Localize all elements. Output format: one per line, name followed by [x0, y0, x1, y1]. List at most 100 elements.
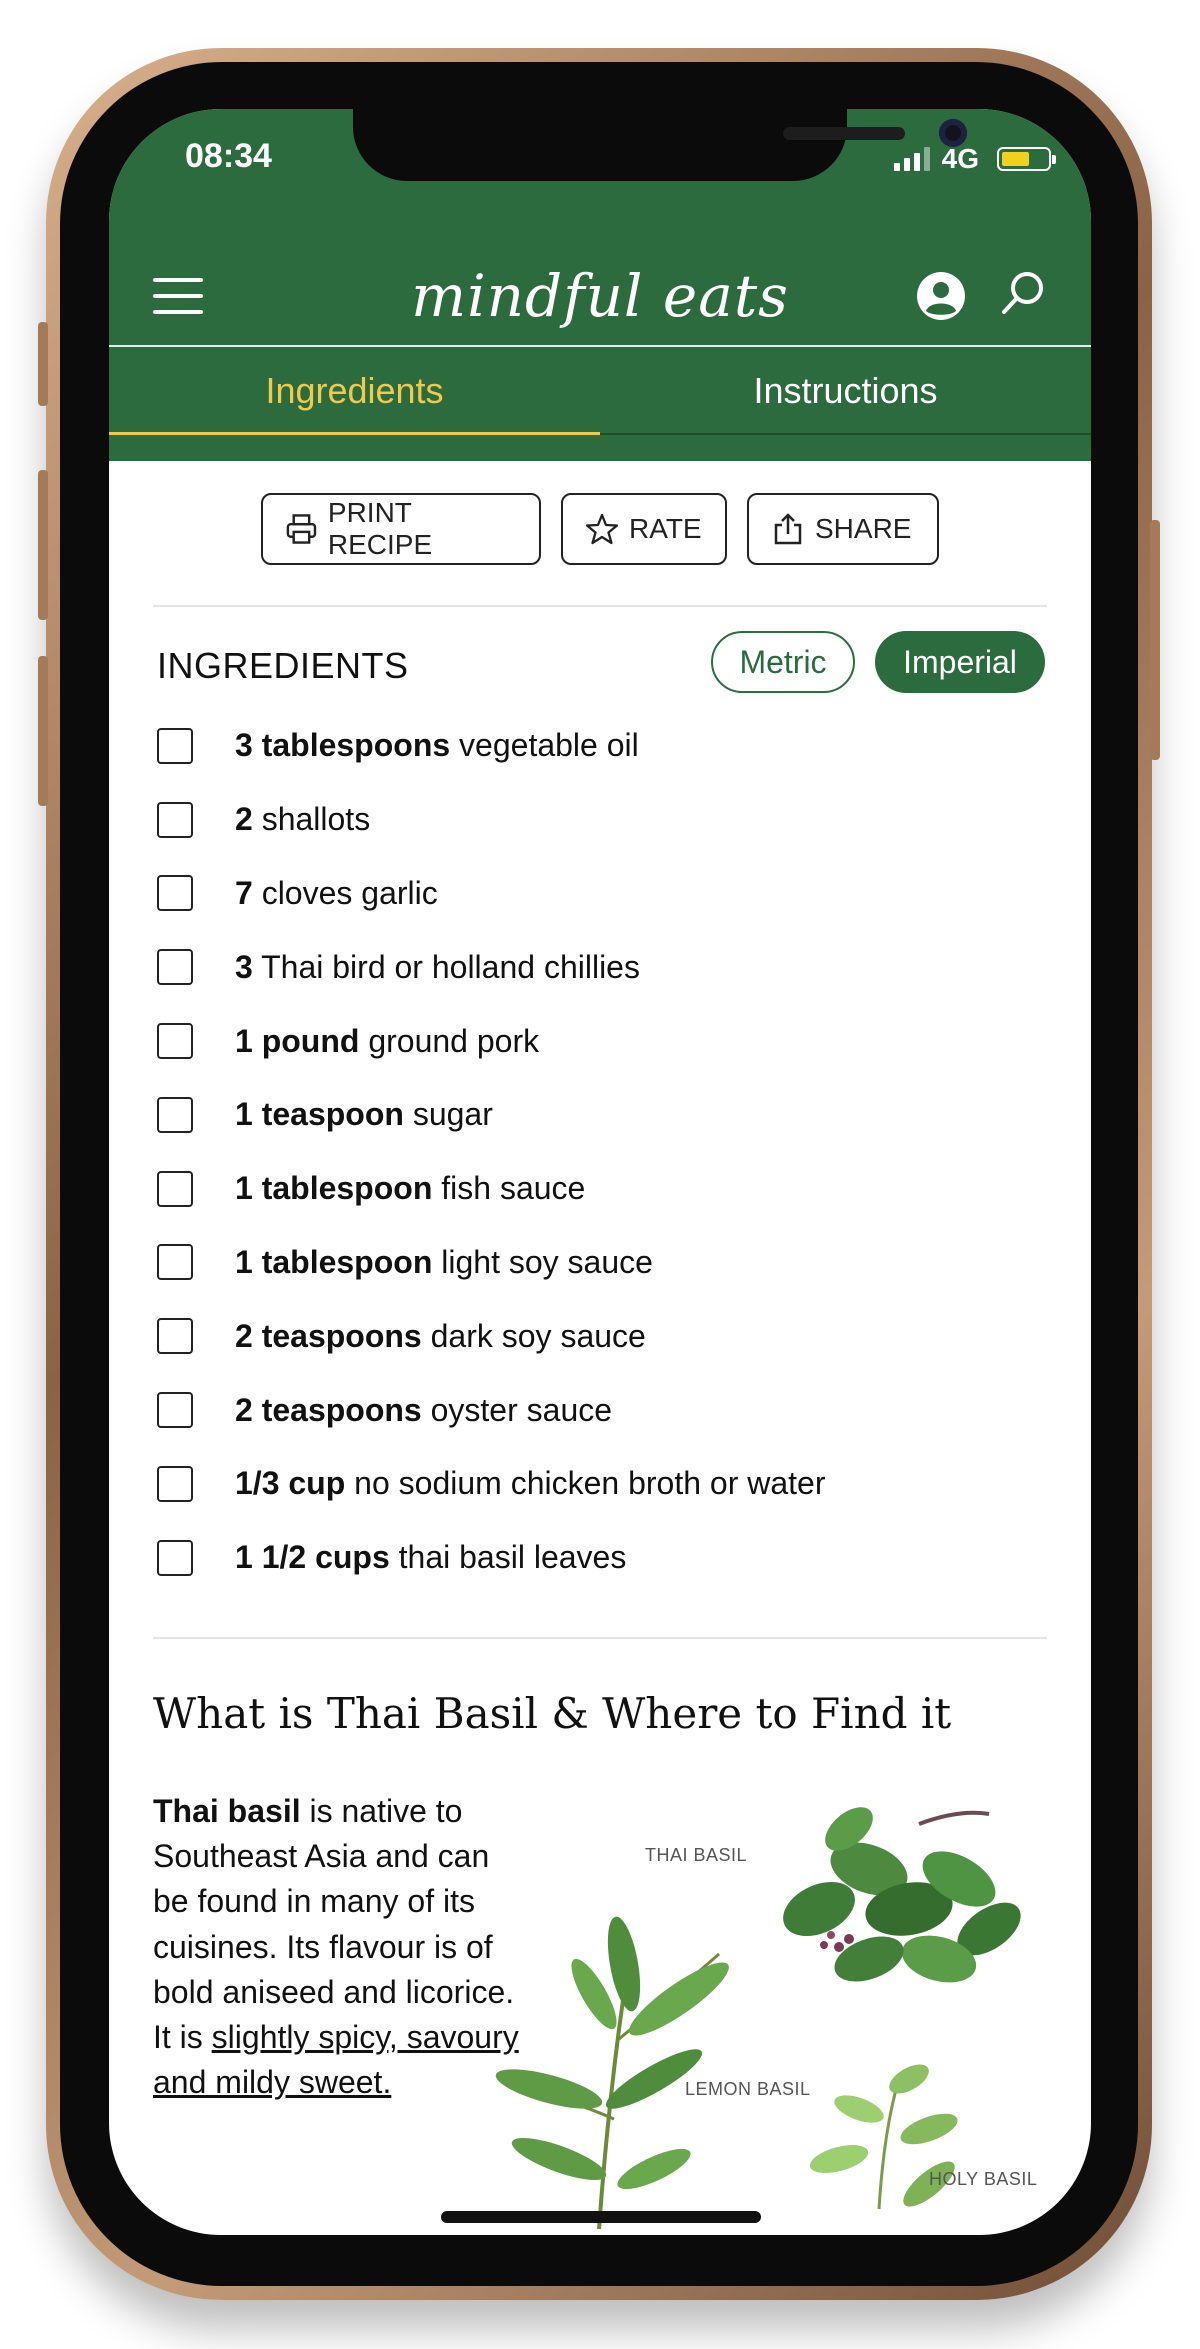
tabs-divider: [600, 433, 1091, 435]
battery-level: [1002, 152, 1029, 166]
ingredient-checkbox[interactable]: [157, 875, 193, 912]
ingredient-item: 1 pound ground pork: [157, 1004, 1057, 1078]
ingredient-item: 1 tablespoon light soy sauce: [157, 1226, 1057, 1300]
ingredient-name: shallots: [261, 801, 371, 838]
recipe-tabs: Ingredients Instructions: [109, 347, 1091, 435]
thai-basil-label: THAI BASIL: [645, 1845, 748, 1865]
search-icon[interactable]: [997, 268, 1049, 320]
ingredient-name: fish sauce: [441, 1170, 586, 1207]
ingredient-name: Thai bird or holland chillies: [261, 948, 640, 985]
ingredient-item: 2 teaspoons oyster sauce: [157, 1373, 1057, 1447]
signal-icon: [893, 147, 930, 171]
actions-divider: [153, 605, 1047, 607]
ingredient-name: light soy sauce: [441, 1243, 653, 1280]
ingredient-text: 1 tablespoon light soy sauce: [235, 1244, 653, 1281]
ingredient-checkbox[interactable]: [157, 1465, 193, 1502]
ingredient-checkbox[interactable]: [157, 1392, 193, 1429]
share-icon: [774, 513, 802, 545]
ingredient-item: 1 tablespoon fish sauce: [157, 1152, 1057, 1226]
ingredient-quantity: 2 teaspoons: [235, 1317, 422, 1354]
print-recipe-button[interactable]: PRINT RECIPE: [261, 493, 541, 565]
star-icon: [585, 513, 619, 545]
ingredient-name: sugar: [412, 1096, 493, 1133]
basil-illustration: THAI BASIL LEMON BASIL HOLY BASIL: [489, 1789, 1049, 2230]
article-title: What is Thai Basil & Where to Find it: [153, 1689, 952, 1738]
ingredient-text: 1 pound ground pork: [235, 1023, 539, 1060]
ingredient-name: vegetable oil: [459, 727, 639, 764]
ingredient-item: 1/3 cup no sodium chicken broth or water: [157, 1447, 1057, 1521]
lemon-basil-drawing: [495, 1916, 729, 2230]
ingredient-item: 2 teaspoons dark soy sauce: [157, 1299, 1057, 1373]
tab-instructions[interactable]: Instructions: [600, 347, 1091, 435]
unit-toggle: Metric Imperial: [711, 631, 1045, 693]
battery-icon: [997, 147, 1056, 171]
ingredient-text: 2 teaspoons dark soy sauce: [235, 1318, 646, 1355]
ingredient-quantity: 3: [235, 948, 253, 985]
rate-label: RATE: [629, 513, 702, 544]
ingredient-name: no sodium chicken broth or water: [354, 1465, 826, 1502]
recipe-actions: PRINT RECIPE RATE SHARE: [109, 493, 1091, 565]
phone-volume-down: [38, 656, 48, 806]
ingredient-text: 1 teaspoon sugar: [235, 1096, 493, 1133]
speaker-grille: [783, 127, 905, 140]
ingredient-name: oyster sauce: [430, 1391, 613, 1428]
status-time: 08:34: [185, 137, 272, 175]
print-recipe-label: PRINT RECIPE: [327, 497, 433, 560]
ingredient-checkbox[interactable]: [157, 949, 193, 986]
ingredient-quantity: 1 pound: [235, 1022, 360, 1059]
share-label: SHARE: [815, 513, 912, 544]
ingredient-item: 3 Thai bird or holland chillies: [157, 930, 1057, 1004]
status-indicators: 4G: [893, 143, 1056, 175]
thai-basil-drawing: [783, 1807, 1021, 1983]
phone-volume-up: [38, 470, 48, 620]
ingredient-quantity: 2 teaspoons: [235, 1391, 422, 1428]
ingredient-quantity: 1 tablespoon: [235, 1170, 433, 1207]
ingredient-name: dark soy sauce: [430, 1317, 646, 1354]
article-text: is native to Southeast Asia and can be f…: [153, 1793, 515, 2056]
ingredient-text: 1 tablespoon fish sauce: [235, 1170, 585, 1207]
article-bold-lead: Thai basil: [153, 1793, 301, 1829]
metric-button[interactable]: Metric: [711, 631, 855, 693]
imperial-button[interactable]: Imperial: [875, 631, 1045, 693]
ingredient-checkbox[interactable]: [157, 1539, 193, 1576]
ingredient-text: 3 tablespoons vegetable oil: [235, 727, 639, 764]
tab-ingredients[interactable]: Ingredients: [109, 347, 600, 435]
ingredient-quantity: 1 1/2 cups: [235, 1539, 390, 1576]
ingredient-name: cloves garlic: [261, 874, 438, 911]
holy-basil-drawing: [809, 2064, 958, 2210]
ingredient-text: 3 Thai bird or holland chillies: [235, 949, 640, 986]
article-body: Thai basil is native to Southeast Asia a…: [153, 1789, 533, 2105]
ingredient-checkbox[interactable]: [157, 1244, 193, 1281]
ingredient-name: thai basil leaves: [398, 1539, 627, 1576]
ingredient-checkbox[interactable]: [157, 1023, 193, 1060]
rate-button[interactable]: RATE: [561, 493, 727, 565]
notch: [353, 109, 967, 181]
ingredient-checkbox[interactable]: [157, 801, 193, 838]
ingredient-text: 2 teaspoons oyster sauce: [235, 1392, 612, 1429]
home-indicator[interactable]: [441, 2211, 761, 2223]
account-icon[interactable]: [915, 270, 967, 322]
ingredient-item: 1 teaspoon sugar: [157, 1078, 1057, 1152]
ingredient-item: 3 tablespoons vegetable oil: [157, 709, 1057, 783]
ingredient-checkbox[interactable]: [157, 1170, 193, 1207]
ingredients-divider: [153, 1637, 1047, 1639]
ingredient-item: 2 shallots: [157, 783, 1057, 857]
ingredient-checkbox[interactable]: [157, 727, 193, 764]
basil-drawing: [495, 1807, 1021, 2230]
ingredient-checkbox[interactable]: [157, 1096, 193, 1133]
phone-mute-switch: [38, 322, 48, 406]
phone-power-button: [1150, 520, 1160, 760]
app-header: mindful eats: [109, 244, 1091, 354]
network-type: 4G: [941, 143, 979, 174]
ingredient-name: ground pork: [368, 1022, 540, 1059]
printer-icon: [286, 514, 317, 544]
ingredients-heading: INGREDIENTS: [157, 645, 409, 686]
phone-screen: 08:34 4G mindful eats Ingredients Instru…: [109, 109, 1091, 2235]
ingredient-text: 2 shallots: [235, 801, 370, 838]
ingredient-item: 1 1/2 cups thai basil leaves: [157, 1521, 1057, 1595]
ingredient-quantity: 1/3 cup: [235, 1465, 346, 1502]
ingredient-quantity: 2: [235, 801, 253, 838]
share-button[interactable]: SHARE: [747, 493, 939, 565]
ingredient-checkbox[interactable]: [157, 1318, 193, 1355]
ingredient-text: 1/3 cup no sodium chicken broth or water: [235, 1465, 826, 1502]
